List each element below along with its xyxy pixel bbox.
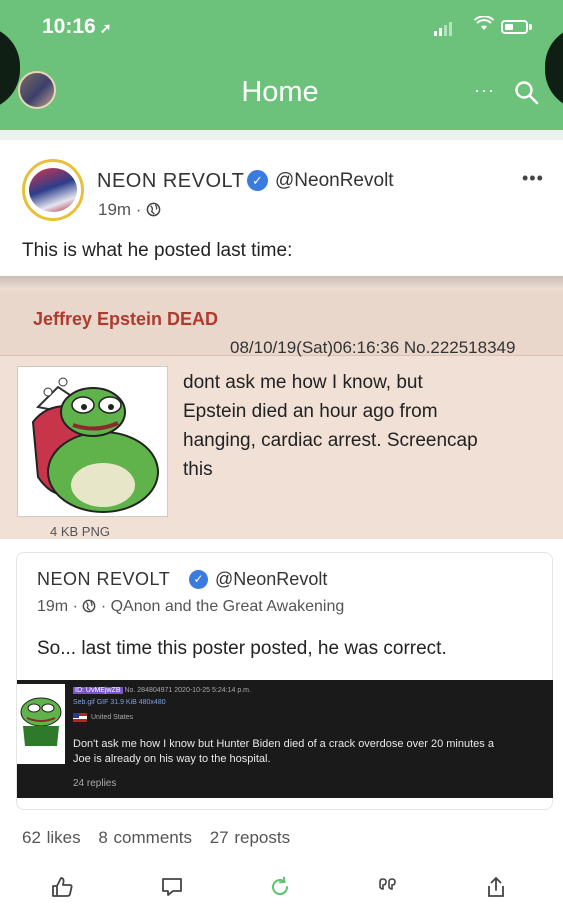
chan-file-label: 4 KB PNG: [50, 524, 110, 539]
page-title: Home: [241, 76, 319, 108]
quoted-author-name[interactable]: NEON REVOLT: [37, 569, 170, 590]
likes-count[interactable]: 62 likes: [22, 828, 81, 847]
chan-replies: 24 replies: [73, 778, 117, 789]
chan-post-body: Don't ask me how I know but Hunter Biden…: [73, 737, 553, 767]
us-flag-icon: [73, 713, 87, 722]
chan-body-line: dont ask me how I know, but: [183, 372, 423, 393]
more-options-button[interactable]: ···: [474, 80, 495, 101]
frog-image: [17, 366, 168, 517]
post-more-button[interactable]: •••: [522, 168, 544, 189]
verified-check-icon: ✓: [189, 570, 208, 589]
quoted-embedded-screenshot[interactable]: ID: UvMEjwZB No. 284804971 2020-10-25 5:…: [17, 680, 553, 798]
cropped-edge: [0, 276, 563, 290]
globe-icon: [82, 598, 100, 615]
post-stats: 62 likes 8 comments 27 reposts: [22, 828, 302, 848]
overlay-shape-right: [545, 26, 563, 110]
refresh-icon[interactable]: [265, 872, 295, 902]
quoted-text: So... last time this poster posted, he w…: [37, 638, 447, 659]
globe-icon: [146, 200, 161, 219]
author-avatar[interactable]: [22, 159, 84, 221]
post-time: 19m ·: [98, 200, 142, 219]
post-meta: 19m ·: [98, 200, 161, 220]
overlay-shape-left: [0, 26, 20, 110]
location-arrow-icon: ➚: [99, 20, 112, 36]
signal-icon: [434, 22, 452, 36]
share-icon[interactable]: [481, 872, 511, 902]
quote-icon[interactable]: [373, 872, 403, 902]
chan-date-line: 08/10/19(Sat)06:16:36 No.222518349: [230, 338, 516, 357]
chan-body-line: Joe is already on his way to the hospita…: [73, 753, 271, 765]
chan-body-line: hanging, cardiac arrest. Screencap: [183, 430, 478, 451]
frog-thumbnail: [17, 684, 65, 764]
app-header: 10:16 ➚ Home ···: [0, 0, 563, 130]
header-divider: [0, 130, 563, 140]
search-icon[interactable]: [514, 80, 540, 106]
quoted-author-handle[interactable]: @NeonRevolt: [215, 569, 327, 590]
chan-subject: Jeffrey Epstein DEAD: [33, 309, 219, 329]
author-handle[interactable]: @NeonRevolt: [275, 170, 394, 192]
comment-icon[interactable]: [157, 872, 187, 902]
battery-tip: [529, 24, 532, 30]
author-name[interactable]: NEON REVOLT: [97, 170, 244, 193]
chan-post-body: dont ask me how I know, but Epstein died…: [183, 368, 553, 484]
quoted-meta: 19m · · QAnon and the Great Awakening: [37, 598, 344, 616]
post-text: This is what he posted last time:: [22, 240, 293, 261]
quoted-time: 19m ·: [37, 598, 78, 615]
chan-post-header: Jeffrey Epstein DEAD 08/10/19(Sat)06:16:…: [0, 290, 563, 357]
chan-body-line: Don't ask me how I know but Hunter Biden…: [73, 738, 494, 750]
profile-avatar[interactable]: [18, 71, 56, 109]
chan-id-line: ID: UvMEjwZB No. 284804971 2020-10-25 5:…: [73, 687, 251, 694]
quoted-post[interactable]: NEON REVOLT ✓ @NeonRevolt 19m · · QAnon …: [16, 552, 553, 810]
battery-icon: [501, 20, 528, 34]
comments-count[interactable]: 8 comments: [98, 828, 192, 847]
chan-body-line: Epstein died an hour ago from: [183, 401, 438, 422]
action-bar: [0, 872, 563, 912]
verified-check-icon: ✓: [247, 170, 268, 191]
chan-body-line: this: [183, 459, 213, 480]
embedded-screenshot[interactable]: Jeffrey Epstein DEAD 08/10/19(Sat)06:16:…: [0, 276, 563, 539]
reposts-count[interactable]: 27 reposts: [210, 828, 290, 847]
chan-file-line: Seb.gif GIF 31.9 KiB 480x480: [73, 699, 166, 706]
chan-country: United States: [73, 713, 133, 722]
wifi-icon: [473, 15, 495, 37]
thumbs-up-icon[interactable]: [47, 872, 77, 902]
status-time: 10:16 ➚: [42, 15, 112, 38]
quoted-group-link[interactable]: · QAnon and the Great Awakening: [101, 598, 344, 615]
